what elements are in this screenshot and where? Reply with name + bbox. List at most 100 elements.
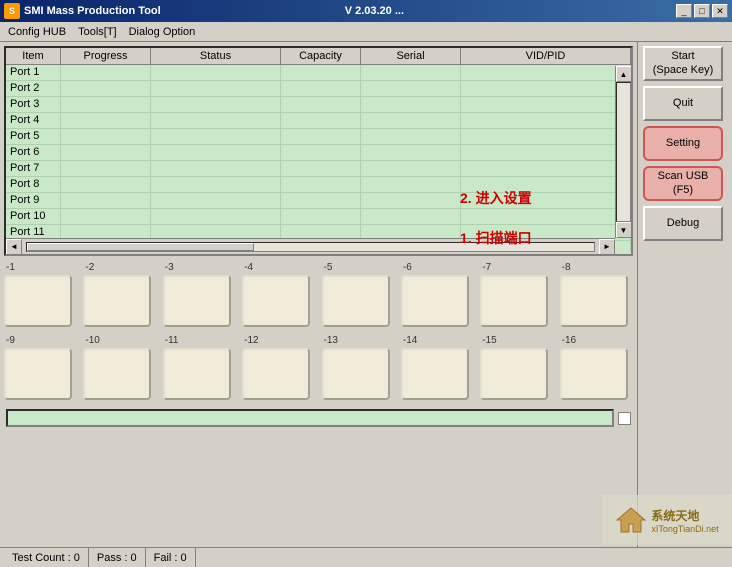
- start-button-label: Start(Space Key): [653, 50, 714, 76]
- port-box[interactable]: [322, 275, 390, 327]
- table-cell: [281, 65, 361, 80]
- table-cell: [361, 81, 461, 96]
- table-cell: [361, 177, 461, 192]
- scroll-track-v[interactable]: [616, 82, 631, 222]
- table-cell: [61, 161, 151, 176]
- table-row[interactable]: Port 7: [6, 161, 631, 177]
- watermark: 系统天地 xīTongTianDi.net: [602, 495, 732, 545]
- table-cell: [461, 65, 631, 80]
- port-label: -3: [163, 262, 174, 273]
- h-scrollbar[interactable]: ◄ ►: [6, 238, 615, 254]
- table-row[interactable]: Port 9: [6, 193, 631, 209]
- table-row[interactable]: Port 3: [6, 97, 631, 113]
- port-box[interactable]: [560, 275, 628, 327]
- port-box[interactable]: [163, 275, 231, 327]
- scroll-track-h[interactable]: [26, 242, 595, 252]
- port-box[interactable]: [4, 348, 72, 400]
- port-box[interactable]: [242, 348, 310, 400]
- menu-config-hub[interactable]: Config HUB: [2, 24, 72, 40]
- table-cell: Port 8: [6, 177, 61, 192]
- port-item: -7: [480, 262, 553, 327]
- col-status: Status: [151, 48, 281, 64]
- table-cell: [61, 97, 151, 112]
- port-box[interactable]: [480, 348, 548, 400]
- start-button[interactable]: Start(Space Key): [643, 46, 723, 81]
- table-row[interactable]: Port 2: [6, 81, 631, 97]
- table-header: Item Progress Status Capacity Serial VID…: [6, 48, 631, 65]
- maximize-button[interactable]: □: [694, 4, 710, 18]
- port-box[interactable]: [322, 348, 390, 400]
- debug-button[interactable]: Debug: [643, 206, 723, 241]
- port-box[interactable]: [4, 275, 72, 327]
- table-cell: [461, 193, 631, 208]
- table-cell: [61, 129, 151, 144]
- progress-area: [4, 406, 633, 430]
- port-box[interactable]: [83, 275, 151, 327]
- table-cell: Port 6: [6, 145, 61, 160]
- port-box[interactable]: [480, 275, 548, 327]
- port-box[interactable]: [401, 275, 469, 327]
- status-pass: Pass : 0: [89, 548, 146, 567]
- progress-checkbox[interactable]: [618, 412, 631, 425]
- port-label: -9: [4, 335, 15, 346]
- scroll-thumb[interactable]: [27, 243, 254, 251]
- table-cell: [361, 113, 461, 128]
- port-box[interactable]: [560, 348, 628, 400]
- table-row[interactable]: Port 5: [6, 129, 631, 145]
- quit-button-label: Quit: [673, 97, 693, 110]
- v-scrollbar[interactable]: ▲ ▼: [615, 66, 631, 238]
- table-row[interactable]: Port 10: [6, 209, 631, 225]
- port-label: -15: [480, 335, 496, 346]
- minimize-button[interactable]: _: [676, 4, 692, 18]
- port-label: -10: [83, 335, 99, 346]
- port-item: -1: [4, 262, 77, 327]
- scan-usb-button[interactable]: Scan USB(F5): [643, 166, 723, 201]
- table-row[interactable]: Port 4: [6, 113, 631, 129]
- app-icon: S: [4, 3, 20, 19]
- port-grid-row2: -9 -10 -11 -12 -13 -14 -15 -16: [4, 333, 633, 402]
- port-item: -4: [242, 262, 315, 327]
- table-cell: [461, 113, 631, 128]
- port-box[interactable]: [163, 348, 231, 400]
- window-controls[interactable]: _ □ ✕: [676, 4, 728, 18]
- port-label: -8: [560, 262, 571, 273]
- app-version: V 2.03.20 ...: [345, 5, 404, 17]
- port-box[interactable]: [401, 348, 469, 400]
- scroll-up-arrow[interactable]: ▲: [616, 66, 632, 82]
- table-cell: [461, 129, 631, 144]
- setting-button[interactable]: Setting: [643, 126, 723, 161]
- table-cell: [361, 65, 461, 80]
- progress-bar: [6, 409, 614, 427]
- scroll-right-arrow[interactable]: ►: [599, 239, 615, 255]
- table-row[interactable]: Port 1: [6, 65, 631, 81]
- quit-button[interactable]: Quit: [643, 86, 723, 121]
- table-body[interactable]: Port 1Port 2Port 3Port 4Port 5Port 6Port…: [6, 65, 631, 251]
- table-cell: [61, 177, 151, 192]
- close-button[interactable]: ✕: [712, 4, 728, 18]
- port-label: -5: [322, 262, 333, 273]
- port-box[interactable]: [242, 275, 310, 327]
- menu-tools[interactable]: Tools[T]: [72, 24, 123, 40]
- port-item: -14: [401, 335, 474, 400]
- scroll-down-arrow[interactable]: ▼: [616, 222, 632, 238]
- port-label: -2: [83, 262, 94, 273]
- port-box[interactable]: [83, 348, 151, 400]
- menu-dialog-option[interactable]: Dialog Option: [123, 24, 202, 40]
- table-cell: [361, 145, 461, 160]
- port-item: -3: [163, 262, 236, 327]
- table-row[interactable]: Port 6: [6, 145, 631, 161]
- table-cell: [61, 209, 151, 224]
- main-content: Item Progress Status Capacity Serial VID…: [0, 42, 732, 567]
- table-cell: Port 5: [6, 129, 61, 144]
- table-cell: Port 2: [6, 81, 61, 96]
- table-cell: [281, 193, 361, 208]
- scroll-left-arrow[interactable]: ◄: [6, 239, 22, 255]
- port-label: -6: [401, 262, 412, 273]
- table-cell: Port 10: [6, 209, 61, 224]
- table-container: Item Progress Status Capacity Serial VID…: [4, 46, 633, 256]
- table-cell: [281, 177, 361, 192]
- table-cell: [151, 97, 281, 112]
- port-label: -4: [242, 262, 253, 273]
- table-row[interactable]: Port 8: [6, 177, 631, 193]
- table-cell: [461, 81, 631, 96]
